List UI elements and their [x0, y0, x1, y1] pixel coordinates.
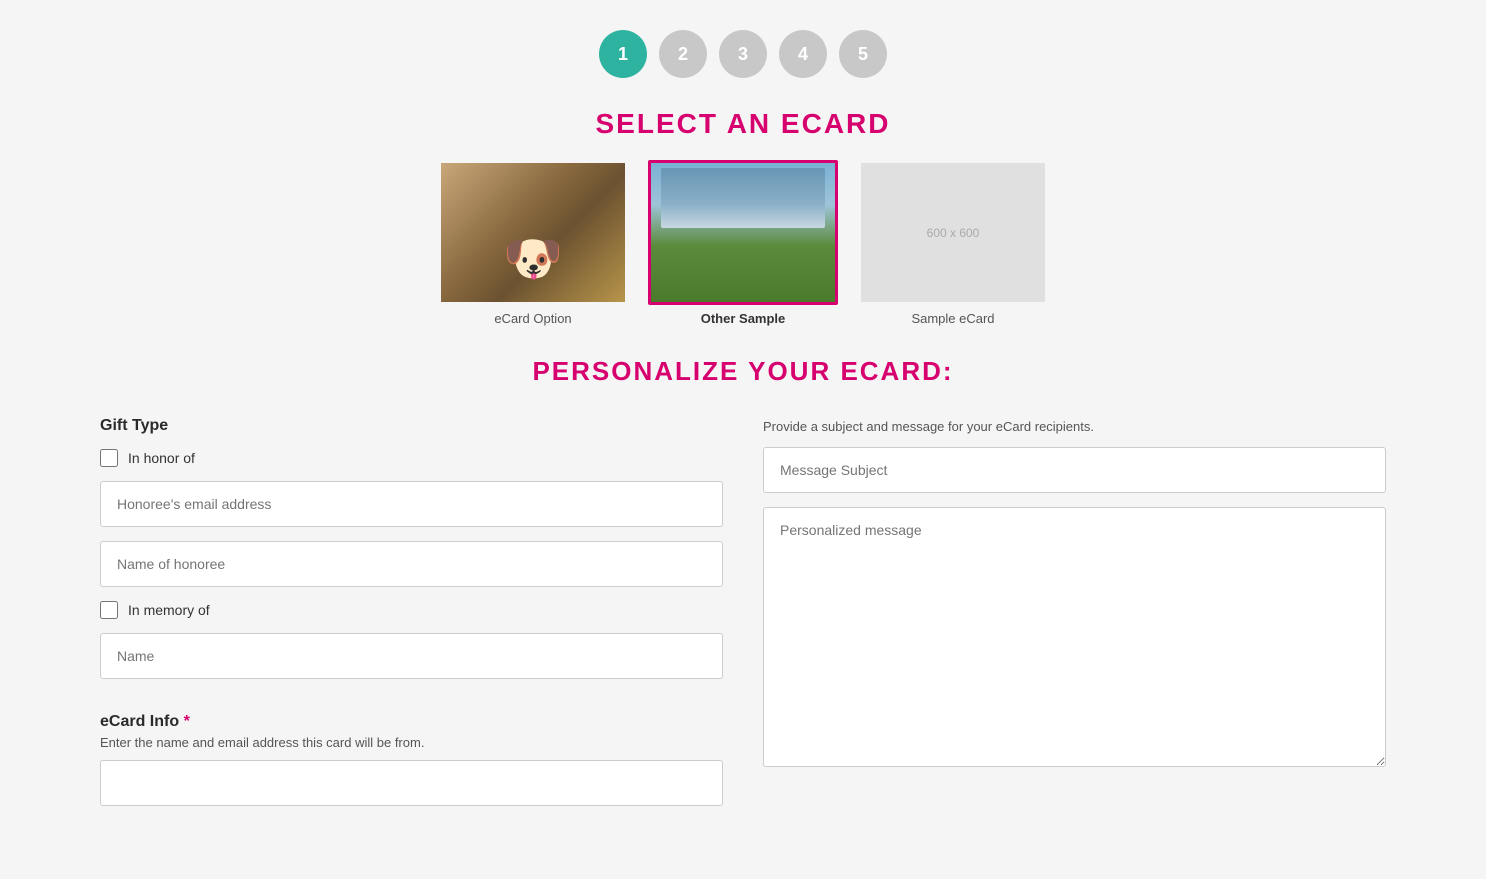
page-container: 1 2 3 4 5 SELECT AN ECARD eCard Option O… [0, 0, 1486, 850]
name-of-honoree-input[interactable] [100, 541, 723, 587]
ecard-info-input[interactable] [100, 760, 723, 806]
ecard-item-dog[interactable]: eCard Option [438, 160, 628, 326]
honoree-email-input[interactable] [100, 481, 723, 527]
subject-highlight: subject [822, 419, 863, 434]
personalized-message-textarea[interactable] [763, 507, 1386, 767]
right-column: Provide a subject and message for your e… [763, 417, 1386, 772]
for-highlight: for [948, 419, 963, 434]
left-column: Gift Type In honor of In memory of eCard… [100, 417, 723, 820]
step-4[interactable]: 4 [779, 30, 827, 78]
in-honor-row: In honor of [100, 449, 723, 467]
in-memory-label[interactable]: In memory of [128, 602, 210, 618]
steps-container: 1 2 3 4 5 [20, 30, 1466, 78]
select-ecard-title: SELECT AN ECARD [20, 108, 1466, 140]
ecard-label-dog: eCard Option [494, 311, 571, 326]
ecard-label-placeholder: Sample eCard [911, 311, 994, 326]
required-marker: * [179, 713, 190, 730]
ecard-placeholder-text: 600 x 600 [861, 163, 1045, 302]
ecard-item-placeholder[interactable]: 600 x 600 Sample eCard [858, 160, 1048, 326]
form-columns: Gift Type In honor of In memory of eCard… [20, 417, 1466, 820]
ecard-selection: eCard Option Other Sample 600 x 600 Samp… [20, 160, 1466, 326]
ecard-image-placeholder[interactable]: 600 x 600 [858, 160, 1048, 305]
ecard-item-landscape[interactable]: Other Sample [648, 160, 838, 326]
ecard-image-landscape[interactable] [648, 160, 838, 305]
personalize-title: PERSONALIZE YOUR ECARD: [20, 356, 1466, 387]
in-memory-checkbox[interactable] [100, 601, 118, 619]
ecard-image-dog[interactable] [438, 160, 628, 305]
in-honor-label[interactable]: In honor of [128, 450, 195, 466]
in-memory-row: In memory of [100, 601, 723, 619]
ecard-info-subtitle: Enter the name and email address this ca… [100, 735, 723, 750]
step-5[interactable]: 5 [839, 30, 887, 78]
step-2[interactable]: 2 [659, 30, 707, 78]
step-1[interactable]: 1 [599, 30, 647, 78]
in-honor-checkbox[interactable] [100, 449, 118, 467]
ecard-info-title: eCard Info * [100, 713, 723, 731]
name-input[interactable] [100, 633, 723, 679]
ecard-label-landscape: Other Sample [701, 311, 786, 326]
step-3[interactable]: 3 [719, 30, 767, 78]
gift-type-label: Gift Type [100, 417, 723, 435]
provide-text: Provide a subject and message for your e… [763, 417, 1386, 437]
message-subject-input[interactable] [763, 447, 1386, 493]
